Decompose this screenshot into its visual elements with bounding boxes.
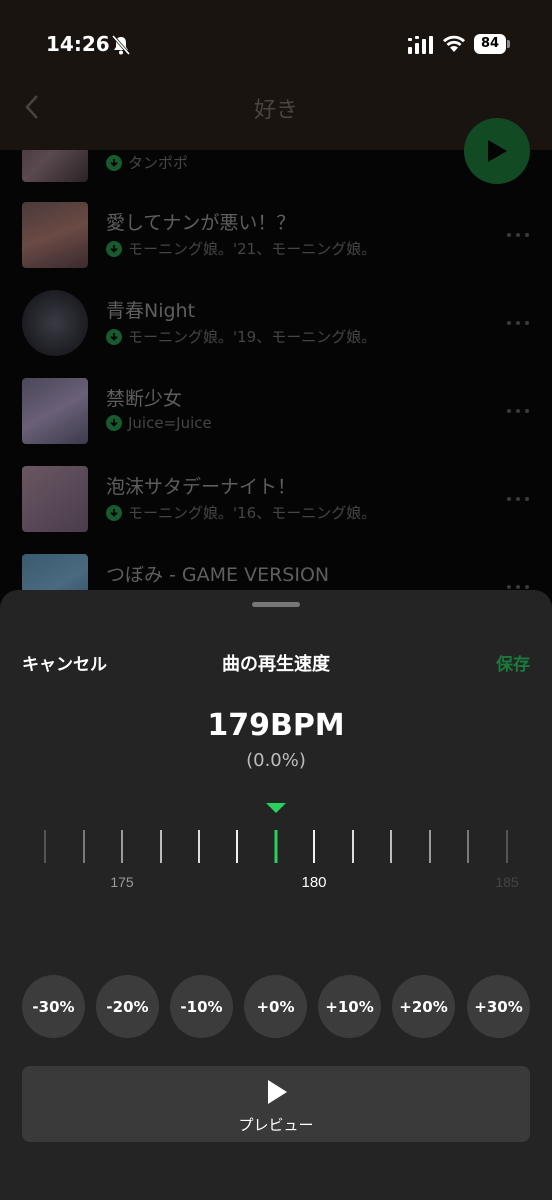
album-art	[22, 466, 88, 532]
download-icon	[106, 415, 122, 431]
battery-nub	[507, 40, 510, 48]
song-subtitle: タンポポ	[106, 152, 188, 173]
preset-plus-20-button[interactable]: +20%	[392, 975, 455, 1038]
song-title: 愛してナンが悪い！？	[106, 212, 296, 234]
status-time: 14:26	[46, 32, 110, 56]
download-icon	[106, 504, 122, 521]
list-item[interactable]: 青春Night モーニング娘。'19、モーニング娘。	[0, 290, 552, 378]
song-subtitle: モーニング娘。'16、モーニング娘。	[106, 502, 376, 523]
preset-minus-30-button[interactable]: -30%	[22, 975, 85, 1038]
album-art	[22, 290, 88, 356]
bpm-value: 179BPM	[207, 708, 345, 743]
download-icon	[106, 328, 122, 345]
list-item[interactable]: つぼみ - GAME VERSION	[0, 554, 552, 590]
play-icon	[268, 1080, 287, 1104]
bell-slash-icon	[112, 35, 130, 55]
wifi-icon	[443, 35, 465, 52]
song-subtitle: モーニング娘。'19、モーニング娘。	[106, 326, 376, 347]
download-icon	[106, 240, 122, 257]
more-icon[interactable]	[506, 232, 530, 238]
playback-speed-sheet: 曲の再生速度 キャンセル 保存 179BPM (0.0%) 175 180 18…	[0, 590, 552, 1200]
play-icon	[488, 140, 507, 162]
preview-label: プレビュー	[238, 1116, 314, 1134]
sheet-handle[interactable]	[252, 602, 300, 607]
list-item[interactable]: 泡沫サタデーナイト！ モーニング娘。'16、モーニング娘。	[0, 466, 552, 554]
song-list: タンポポ 愛してナンが悪い！？ モーニング娘。'21、モーニング娘。 青春Nig…	[0, 150, 552, 590]
cancel-button[interactable]: キャンセル	[22, 650, 107, 675]
song-subtitle: Juice=Juice	[106, 414, 212, 432]
preset-minus-10-button[interactable]: -10%	[170, 975, 233, 1038]
bpm-ruler-slider[interactable]: 175 180 185	[0, 795, 552, 895]
ruler-label: 185	[495, 874, 519, 890]
album-art	[22, 378, 88, 444]
preset-plus-30-button[interactable]: +30%	[467, 975, 530, 1038]
more-icon[interactable]	[506, 496, 530, 502]
album-art	[22, 150, 88, 182]
signal-icon	[408, 36, 433, 54]
ruler-label: 175	[110, 874, 134, 890]
list-item[interactable]: 愛してナンが悪い！？ モーニング娘。'21、モーニング娘。	[0, 202, 552, 290]
song-title: 禁断少女	[106, 388, 183, 410]
speed-presets: -30% -20% -10% +0% +10% +20% +30%	[22, 975, 530, 1039]
save-button[interactable]: 保存	[496, 650, 530, 675]
ruler-label: 180	[301, 874, 326, 891]
album-art	[22, 554, 88, 590]
song-title: つぼみ - GAME VERSION	[106, 564, 330, 586]
album-art	[22, 202, 88, 268]
bpm-percent: (0.0%)	[246, 750, 306, 771]
song-title: 泡沫サタデーナイト！	[106, 476, 297, 498]
preview-button[interactable]: プレビュー	[22, 1066, 530, 1142]
top-bar: 14:26 84 好き	[0, 0, 552, 150]
triangle-down-icon	[266, 803, 286, 813]
preset-minus-20-button[interactable]: -20%	[96, 975, 159, 1038]
more-icon[interactable]	[506, 320, 530, 326]
play-button[interactable]	[464, 118, 530, 184]
list-item[interactable]: 禁断少女 Juice=Juice	[0, 378, 552, 466]
more-icon[interactable]	[506, 408, 530, 414]
page-title: 好き	[253, 98, 298, 123]
preset-zero-button[interactable]: +0%	[244, 975, 307, 1038]
preset-plus-10-button[interactable]: +10%	[318, 975, 381, 1038]
download-icon	[106, 154, 122, 171]
song-title: 青春Night	[106, 300, 196, 322]
song-subtitle: モーニング娘。'21、モーニング娘。	[106, 238, 376, 259]
battery-indicator: 84	[474, 34, 506, 54]
